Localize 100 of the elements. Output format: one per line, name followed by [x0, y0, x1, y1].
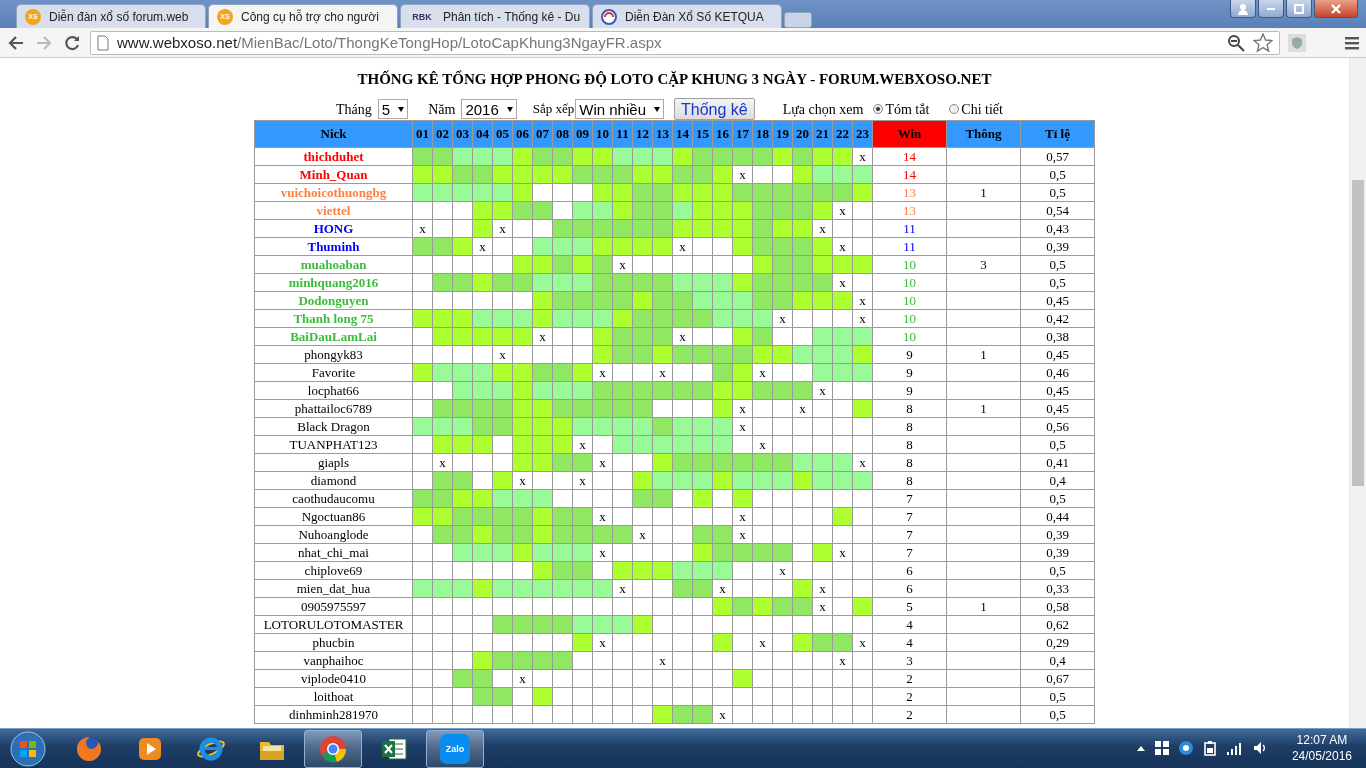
- column-header: Tỉ lệ: [1020, 120, 1095, 148]
- win-cell: 11: [872, 237, 947, 256]
- win-cell: 6: [872, 579, 947, 598]
- zoom-icon[interactable]: [1227, 33, 1245, 52]
- column-header: 06: [512, 120, 533, 148]
- year-select[interactable]: 2016: [461, 99, 517, 119]
- nick-cell: dinhminh281970: [254, 705, 413, 724]
- ratio-cell: 0,5: [1020, 273, 1095, 292]
- app-tray-icon[interactable]: [1177, 740, 1194, 756]
- sort-select[interactable]: Win nhiều: [575, 99, 664, 119]
- win-cell: 14: [872, 165, 947, 184]
- ratio-cell: 0,4: [1020, 471, 1095, 490]
- nick-cell: thichduhet: [254, 147, 413, 166]
- win-cell: 10: [872, 327, 947, 346]
- caret-icon: [506, 106, 513, 112]
- browser-tab[interactable]: Diễn Đàn Xổ Số KETQUA: [592, 4, 782, 28]
- close-button[interactable]: [1314, 0, 1358, 18]
- table-cell: 3: [946, 255, 1021, 274]
- table-cell: 1: [946, 399, 1021, 418]
- speaker-icon[interactable]: [1251, 740, 1268, 756]
- globe-icon: [601, 8, 617, 25]
- ratio-cell: 0,5: [1020, 687, 1095, 706]
- win-cell: 4: [872, 615, 947, 634]
- nick-cell: Favorite: [254, 363, 413, 382]
- table-cell: 1: [946, 597, 1021, 616]
- radio-button[interactable]: [949, 104, 960, 114]
- nick-cell: nhat_chi_mai: [254, 543, 413, 562]
- ratio-cell: 0,39: [1020, 543, 1095, 562]
- month-select[interactable]: 5: [377, 99, 409, 119]
- maximize-button[interactable]: [1286, 0, 1312, 18]
- site-icon: RBK: [409, 8, 435, 25]
- win-cell: 6: [872, 561, 947, 580]
- user-icon: [1237, 2, 1249, 15]
- win-cell: 9: [872, 345, 947, 364]
- win-cell: 7: [872, 543, 947, 562]
- radio-label: Tóm tắt: [885, 100, 930, 119]
- browser-icon: [318, 734, 348, 764]
- taskbar-button[interactable]: [304, 730, 362, 768]
- nick-cell: 0905975597: [254, 597, 413, 616]
- windows-icon: [10, 731, 46, 767]
- nick-cell: chiplove69: [254, 561, 413, 580]
- column-header: 23: [852, 120, 873, 148]
- scrollbar-thumb[interactable]: [1352, 180, 1364, 486]
- clock[interactable]: 12:07 AM 24/05/2016: [1291, 732, 1352, 764]
- column-header: 10: [592, 120, 613, 148]
- column-header: 09: [572, 120, 593, 148]
- chat-app-icon: Zalo: [440, 734, 470, 764]
- win-cell: 10: [872, 273, 947, 292]
- signal-icon[interactable]: [1225, 741, 1244, 755]
- minimize-button[interactable]: [1258, 0, 1284, 18]
- nick-cell: viplode0410: [254, 669, 413, 688]
- user-button[interactable]: [1230, 0, 1256, 18]
- nick-cell: Nuhoanglode: [254, 525, 413, 544]
- win-cell: 2: [872, 705, 947, 724]
- table-cell: 1: [946, 183, 1021, 202]
- star-icon[interactable]: [1253, 32, 1273, 53]
- ratio-cell: 0,44: [1020, 507, 1095, 526]
- menu-icon[interactable]: [1344, 34, 1360, 51]
- ratio-cell: 0,5: [1020, 435, 1095, 454]
- column-header: 16: [712, 120, 733, 148]
- ratio-cell: 0,45: [1020, 291, 1095, 310]
- submit-button[interactable]: Thống kê: [674, 98, 755, 120]
- nick-cell: diamond: [254, 471, 413, 490]
- win-cell: 8: [872, 453, 947, 472]
- win-cell: 2: [872, 687, 947, 706]
- filter-label: Sắp xếp: [532, 100, 575, 119]
- nick-cell: Dodonguyen: [254, 291, 413, 310]
- column-header: 01: [412, 120, 433, 148]
- ratio-cell: 0,5: [1020, 561, 1095, 580]
- ratio-cell: 0,5: [1020, 183, 1095, 202]
- nick-cell: Minh_Quan: [254, 165, 413, 184]
- scrollbar[interactable]: [1349, 58, 1366, 728]
- tray-arrow-icon[interactable]: [1135, 744, 1146, 752]
- radio-button[interactable]: [873, 104, 884, 114]
- win-cell: 7: [872, 507, 947, 526]
- win-cell: 8: [872, 417, 947, 436]
- column-header: 03: [452, 120, 473, 148]
- nick-cell: BaiDauLamLai: [254, 327, 413, 346]
- nick-cell: LOTORULOTOMASTER: [254, 615, 413, 634]
- column-header: Win: [872, 120, 947, 148]
- close-icon: [1331, 3, 1341, 14]
- browser-tab[interactable]: RBK Phân tích - Thống kê - Du: [400, 4, 590, 28]
- win-cell: 8: [872, 399, 947, 418]
- ratio-cell: 0,62: [1020, 615, 1095, 634]
- column-header: 07: [532, 120, 553, 148]
- win-cell: 14: [872, 147, 947, 166]
- nick-cell: caothudaucomu: [254, 489, 413, 508]
- ratio-cell: 0,39: [1020, 237, 1095, 256]
- win-cell: 8: [872, 471, 947, 490]
- ratio-cell: 0,41: [1020, 453, 1095, 472]
- radio-label: Chi tiết: [961, 100, 1003, 119]
- ratio-cell: 0,38: [1020, 327, 1095, 346]
- column-header: Thông: [946, 120, 1021, 148]
- ratio-cell: 0,39: [1020, 525, 1095, 544]
- nick-cell: vanphaihoc: [254, 651, 413, 670]
- ratio-cell: 0,45: [1020, 399, 1095, 418]
- nick-cell: HONG: [254, 219, 413, 238]
- address-field[interactable]: www.webxoso.net/MienBac/Loto/ThongKeTongHop/LotoCapKhung3NgayFR.aspx: [90, 30, 1280, 55]
- column-header: 14: [672, 120, 693, 148]
- nick-cell: Thuminh: [254, 237, 413, 256]
